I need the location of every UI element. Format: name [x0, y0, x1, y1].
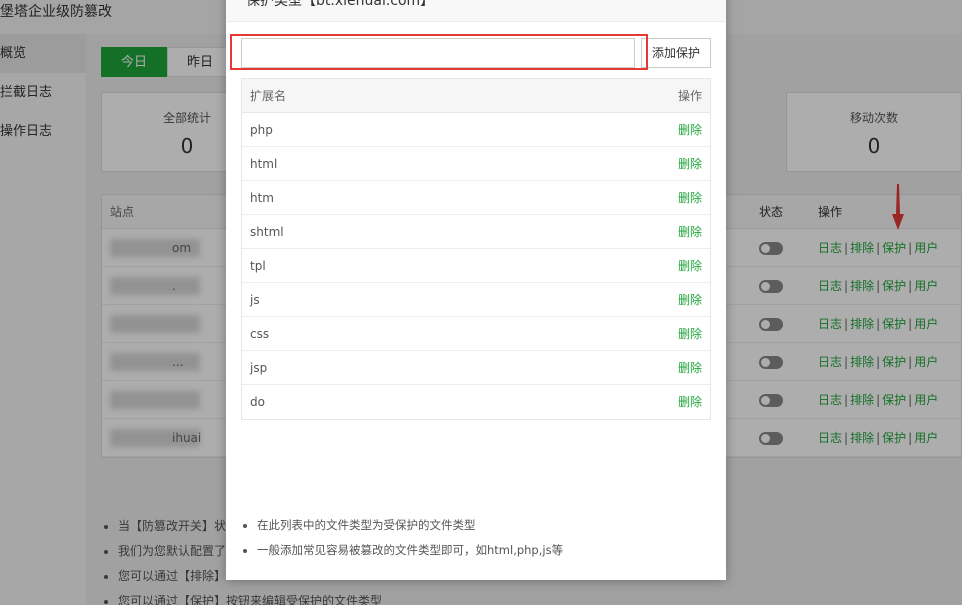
extension-row: js 删除 [242, 283, 710, 317]
dialog-notes: 在此列表中的文件类型为受保护的文件类型 一般添加常见容易被篡改的文件类型即可，如… [241, 513, 563, 563]
header-extension: 扩展名 [250, 89, 287, 103]
dialog-note-item: 在此列表中的文件类型为受保护的文件类型 [257, 513, 563, 538]
extension-row: shtml 删除 [242, 215, 710, 249]
extension-row: php 删除 [242, 113, 710, 147]
delete-link[interactable]: 删除 [678, 215, 702, 249]
dialog-title: 保护类型【bt.xienuai.com】 [226, 0, 726, 22]
extension-name: html [250, 157, 278, 171]
extension-row: html 删除 [242, 147, 710, 181]
add-extension-row: 添加保护 [241, 38, 711, 68]
delete-link[interactable]: 删除 [678, 249, 702, 283]
extension-name: php [250, 123, 273, 137]
delete-link[interactable]: 删除 [678, 317, 702, 351]
extension-name: css [250, 327, 270, 341]
extension-row: jsp 删除 [242, 351, 710, 385]
extension-name: shtml [250, 225, 284, 239]
extension-name: htm [250, 191, 274, 205]
extension-name: jsp [250, 361, 268, 375]
extension-row: tpl 删除 [242, 249, 710, 283]
extension-row: htm 删除 [242, 181, 710, 215]
extension-row: css 删除 [242, 317, 710, 351]
delete-link[interactable]: 删除 [678, 351, 702, 385]
extension-name: js [250, 293, 260, 307]
delete-link[interactable]: 删除 [678, 385, 702, 419]
extension-name: do [250, 395, 265, 409]
delete-link[interactable]: 删除 [678, 113, 702, 147]
protect-type-dialog: 保护类型【bt.xienuai.com】 添加保护 扩展名 操作 php 删除 ht… [226, 0, 726, 580]
extension-name: tpl [250, 259, 266, 273]
extension-row: do 删除 [242, 385, 710, 419]
extension-table-header: 扩展名 操作 [242, 79, 710, 113]
extension-table: 扩展名 操作 php 删除 html 删除 htm 删除 shtml 删除 tpl 删除 js 删除 c… [241, 78, 711, 420]
add-protect-button[interactable]: 添加保护 [641, 38, 711, 68]
header-operation: 操作 [677, 89, 702, 103]
delete-link[interactable]: 删除 [678, 147, 702, 181]
delete-link[interactable]: 删除 [678, 181, 702, 215]
delete-link[interactable]: 删除 [678, 283, 702, 317]
dialog-note-item: 一般添加常见容易被篡改的文件类型即可，如html,php,js等 [257, 538, 563, 563]
extension-input[interactable] [241, 38, 635, 68]
